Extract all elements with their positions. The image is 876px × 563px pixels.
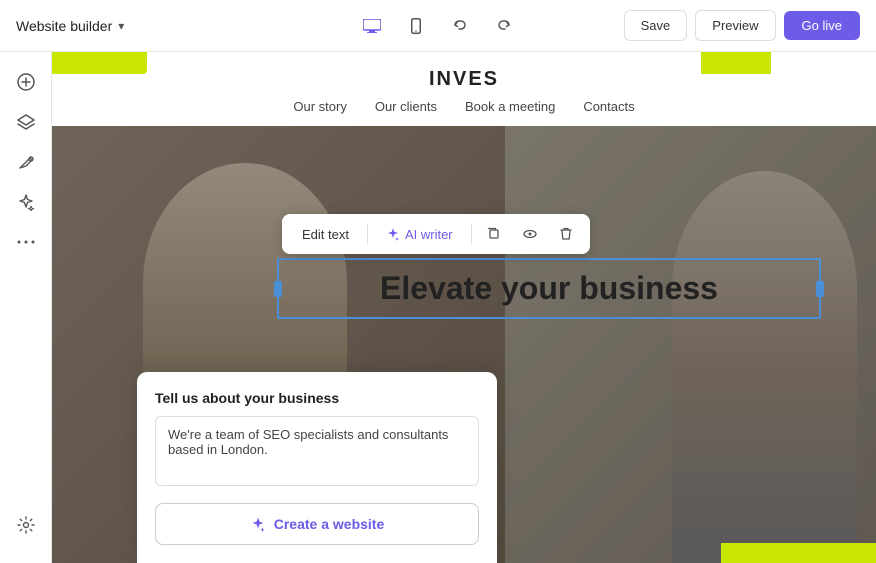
- canvas: INVES Our story Our clients Book a meeti…: [52, 52, 876, 563]
- toolbar-divider-2: [471, 224, 472, 244]
- topbar-left: Website builder ▾: [16, 18, 124, 34]
- brand-label: Website builder: [16, 18, 112, 34]
- topbar: Website builder ▾ Save Preview Go live: [0, 0, 876, 52]
- sidebar-item-more[interactable]: [8, 224, 44, 260]
- sidebar-item-settings[interactable]: [8, 507, 44, 543]
- save-button[interactable]: Save: [624, 10, 688, 41]
- sidebar: [0, 52, 52, 563]
- preview-toggle-button[interactable]: [516, 220, 544, 248]
- preview-button[interactable]: Preview: [695, 10, 775, 41]
- undo-button[interactable]: [444, 10, 476, 42]
- main-layout: INVES Our story Our clients Book a meeti…: [0, 52, 876, 563]
- sidebar-bottom: [8, 507, 44, 551]
- ai-writer-label: AI writer: [405, 227, 453, 242]
- site-nav: Our story Our clients Book a meeting Con…: [52, 99, 876, 114]
- delete-button[interactable]: [552, 220, 580, 248]
- create-website-button[interactable]: Create a website: [155, 503, 479, 545]
- sidebar-item-ai[interactable]: [8, 184, 44, 220]
- copy-button[interactable]: [480, 220, 508, 248]
- desktop-view-button[interactable]: [356, 10, 388, 42]
- sidebar-item-layers[interactable]: [8, 104, 44, 140]
- selected-text-wrap[interactable]: Elevate your business: [277, 258, 821, 319]
- text-toolbar: Edit text AI writer: [282, 214, 590, 254]
- business-description-textarea[interactable]: [155, 416, 479, 486]
- sidebar-item-design[interactable]: [8, 144, 44, 180]
- nav-contacts[interactable]: Contacts: [583, 99, 634, 114]
- deco-lime-tr: [701, 52, 771, 74]
- mobile-view-button[interactable]: [400, 10, 432, 42]
- ai-panel-title: Tell us about your business: [155, 390, 479, 406]
- topbar-center: [356, 10, 520, 42]
- redo-button[interactable]: [488, 10, 520, 42]
- nav-our-story[interactable]: Our story: [293, 99, 346, 114]
- nav-book-meeting[interactable]: Book a meeting: [465, 99, 555, 114]
- toolbar-divider-1: [367, 224, 368, 244]
- sidebar-item-add[interactable]: [8, 64, 44, 100]
- topbar-right: Save Preview Go live: [624, 10, 860, 41]
- ai-writer-button[interactable]: AI writer: [376, 222, 463, 247]
- deco-lime-tl: [52, 52, 147, 74]
- edit-text-label: Edit text: [302, 227, 349, 242]
- hero-headline[interactable]: Elevate your business: [295, 270, 803, 307]
- deco-lime-br: [721, 543, 876, 563]
- create-website-label: Create a website: [274, 516, 385, 532]
- golive-button[interactable]: Go live: [784, 11, 860, 40]
- chevron-down-icon[interactable]: ▾: [118, 19, 124, 33]
- edit-text-button[interactable]: Edit text: [292, 222, 359, 247]
- nav-our-clients[interactable]: Our clients: [375, 99, 437, 114]
- ai-panel: Tell us about your business Create a web…: [137, 372, 497, 563]
- selected-text-border: Elevate your business: [277, 258, 821, 319]
